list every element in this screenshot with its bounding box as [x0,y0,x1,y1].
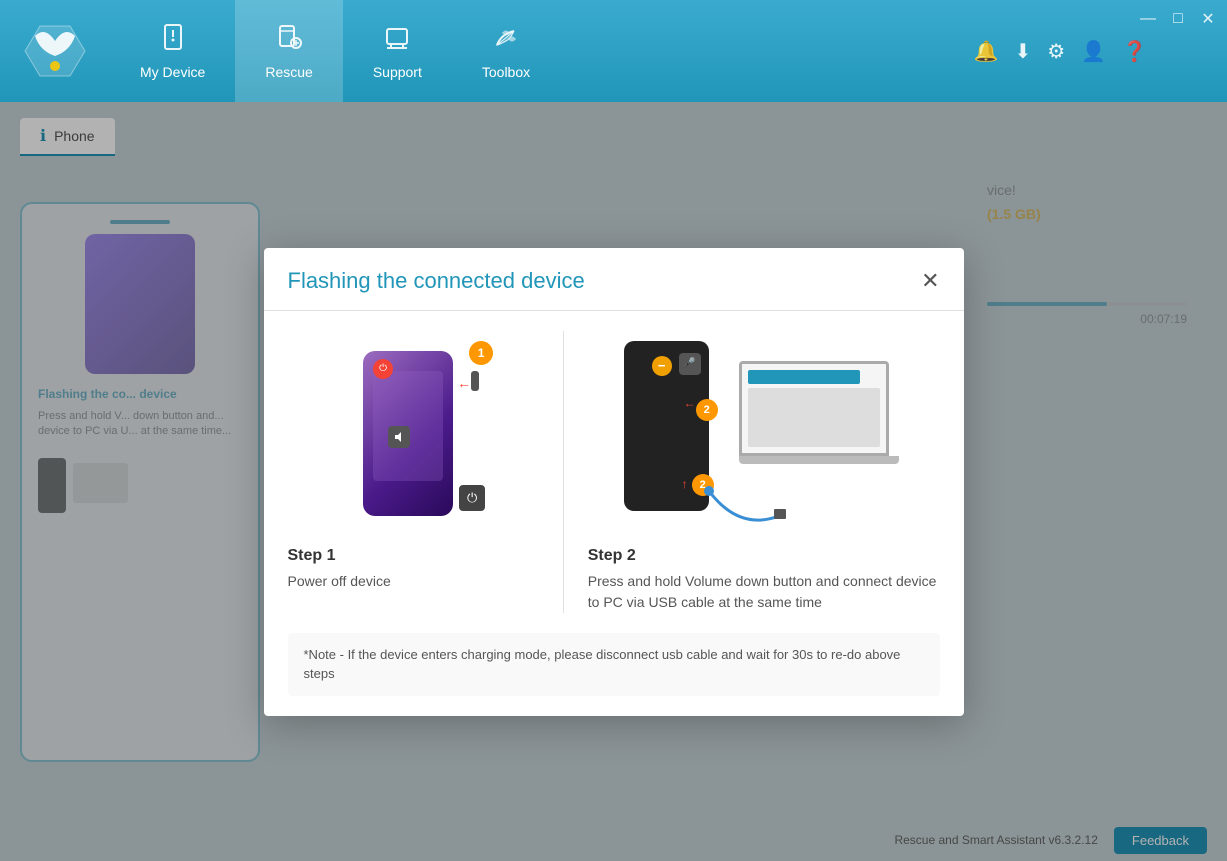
step-2-panel: − 🎤 2 2 ← ↑ [564,331,940,613]
laptop-screen-inner [742,364,886,453]
help-icon[interactable]: ❓ [1122,39,1147,64]
nav-item-rescue[interactable]: Rescue [235,0,342,102]
step2-illustration: − 🎤 2 2 ← ↑ [624,331,904,531]
modal-note: *Note - If the device enters charging mo… [288,633,940,696]
step1-desc: Power off device [288,571,539,592]
toolbox-label: Toolbox [482,64,530,80]
arrow-down-icon: ← [457,375,471,391]
my-device-icon [159,23,187,58]
nav-item-toolbox[interactable]: Toolbox [452,0,560,102]
steps-container: ⏻ 1 ← ⏻ Step 1 Power off device [288,331,940,613]
nav-logo [0,6,110,96]
win-controls: — □ ✕ [1137,8,1219,30]
mic-icon: 🎤 [679,353,701,375]
modal-close-button[interactable]: ✕ [921,270,939,292]
header-icons: 🔔 ⬇ ⚙ 👤 ❓ [974,39,1227,64]
step1-illustration: ⏻ 1 ← ⏻ [333,331,493,531]
screen-bar [748,370,860,384]
toolbox-icon [492,23,520,58]
download-icon[interactable]: ⬇ [1014,39,1031,64]
support-label: Support [373,64,422,80]
rescue-icon [275,23,303,58]
user-icon[interactable]: 👤 [1081,39,1106,64]
power-side-button [471,371,479,391]
power-top-icon: ⏻ [373,359,393,379]
minus-icon: − [652,356,672,376]
settings-icon[interactable]: ⚙ [1047,39,1065,64]
nav-items: My Device Rescue [110,0,560,102]
step2-desc: Press and hold Volume down button and co… [588,571,940,613]
main-area: ℹ Phone Flashing the co... device Press … [0,102,1227,861]
step1-badge: 1 [469,341,493,365]
maximize-button[interactable]: □ [1167,8,1189,30]
bell-icon[interactable]: 🔔 [974,39,999,64]
laptop-screen [739,361,889,456]
close-button[interactable]: ✕ [1197,8,1219,30]
laptop-body [739,361,904,481]
minimize-button[interactable]: — [1137,8,1159,30]
step-1-panel: ⏻ 1 ← ⏻ Step 1 Power off device [288,331,564,613]
modal-title: Flashing the connected device [288,268,585,294]
arrow-connect-icon: ← [684,396,696,410]
step1-label: Step 1 [288,547,539,565]
rescue-label: Rescue [265,64,312,80]
step2-label: Step 2 [588,547,940,565]
laptop-base [739,456,899,464]
top-nav: My Device Rescue [0,0,1227,102]
usb-cable-icon [679,481,819,531]
power-off-icon: ⏻ [459,485,485,511]
modal-dialog: Flashing the connected device ✕ [264,248,964,716]
modal-body: ⏻ 1 ← ⏻ Step 1 Power off device [264,311,964,716]
screen-content [748,388,880,447]
nav-item-my-device[interactable]: My Device [110,0,235,102]
logo-icon [20,16,90,86]
my-device-label: My Device [140,64,205,80]
modal-header: Flashing the connected device ✕ [264,248,964,311]
support-icon [383,23,411,58]
volume-btn-icon [388,426,410,448]
step2-badge-a: 2 [696,399,718,421]
nav-item-support[interactable]: Support [343,0,452,102]
